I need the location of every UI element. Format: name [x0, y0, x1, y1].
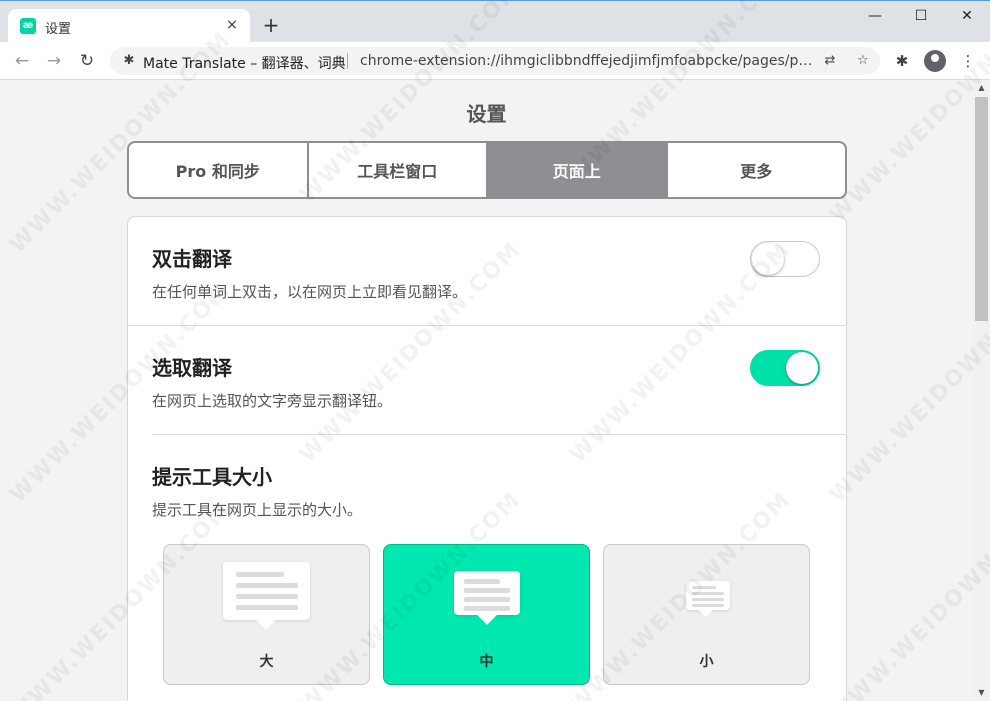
chrome-menu-icon[interactable]: ⋮ [957, 50, 979, 72]
selection-toggle[interactable] [750, 350, 820, 386]
back-icon[interactable]: ← [10, 49, 34, 73]
page-title: 设置 [466, 102, 507, 126]
tab-close-icon[interactable]: × [222, 15, 242, 35]
tooltip-size-title: 提示工具大小 [152, 465, 272, 489]
maximize-icon[interactable]: ☐ [898, 1, 944, 31]
toggle-knob [786, 352, 818, 384]
translate-page-icon[interactable]: ⇄ [821, 52, 839, 70]
address-bar[interactable]: ✱ Mate Translate – 翻译器、词典 chrome-extensi… [110, 47, 880, 75]
tab-title: 设置 [45, 22, 72, 37]
scroll-down-icon[interactable]: ▼ [973, 685, 990, 701]
double-click-desc: 在任何单词上双击，以在网页上立即看见翻译。 [152, 283, 468, 301]
window-close-icon[interactable]: ✕ [944, 1, 990, 31]
browser-tab[interactable]: æ 设置 × [8, 9, 250, 43]
divider [152, 434, 846, 435]
reload-icon[interactable]: ↻ [75, 49, 99, 73]
tab-on-page[interactable]: 页面上 [488, 143, 668, 197]
tab-pro-sync[interactable]: Pro 和同步 [129, 143, 309, 197]
size-option-medium[interactable]: 中 [383, 544, 590, 685]
size-label-large: 大 [259, 654, 274, 670]
profile-avatar-icon[interactable] [924, 50, 946, 72]
medium-tooltip-icon [454, 571, 520, 625]
extensions-icon[interactable]: ✱ [891, 50, 913, 72]
large-tooltip-icon [223, 562, 310, 630]
page-scrollbar[interactable]: ▲ ▼ [973, 80, 990, 701]
selection-title: 选取翻译 [152, 356, 232, 380]
omnibox-separator [347, 53, 348, 69]
settings-tabs: Pro 和同步 工具栏窗口 页面上 更多 [127, 141, 847, 199]
scroll-thumb[interactable] [975, 97, 988, 321]
divider [128, 325, 846, 326]
tab-strip: æ 设置 × + — ☐ ✕ [0, 0, 990, 43]
tooltip-size-desc: 提示工具在网页上显示的大小。 [152, 501, 363, 519]
selection-desc: 在网页上选取的文字旁显示翻译钮。 [152, 392, 393, 410]
minimize-icon[interactable]: — [852, 1, 898, 31]
double-click-toggle[interactable] [750, 241, 820, 277]
scroll-up-icon[interactable]: ▲ [973, 80, 990, 96]
size-label-medium: 中 [479, 654, 494, 670]
size-option-small[interactable]: 小 [603, 544, 810, 685]
double-click-title: 双击翻译 [152, 247, 232, 271]
browser-toolbar: ← → ↻ ✱ Mate Translate – 翻译器、词典 chrome-e… [0, 42, 990, 80]
size-label-small: 小 [699, 654, 714, 670]
mate-translate-favicon-icon: æ [20, 18, 36, 34]
tab-more[interactable]: 更多 [668, 143, 846, 197]
small-tooltip-icon [686, 581, 730, 618]
extension-puzzle-icon: ✱ [123, 53, 135, 68]
site-name: Mate Translate – 翻译器、词典 [143, 56, 346, 72]
toggle-knob [752, 243, 784, 275]
new-tab-icon[interactable]: + [260, 14, 282, 36]
page-content: 设置 Pro 和同步 工具栏窗口 页面上 更多 双击翻译 在任何单词上双击，以在… [0, 80, 973, 701]
tab-toolbar-window[interactable]: 工具栏窗口 [309, 143, 488, 197]
settings-card: 双击翻译 在任何单词上双击，以在网页上立即看见翻译。 选取翻译 在网页上选取的文… [127, 216, 847, 701]
bookmark-star-icon[interactable]: ☆ [854, 52, 872, 70]
url-text[interactable]: chrome-extension://ihmgiclibbndffejedjim… [360, 53, 820, 69]
forward-icon[interactable]: → [42, 49, 66, 73]
size-option-large[interactable]: 大 [163, 544, 370, 685]
